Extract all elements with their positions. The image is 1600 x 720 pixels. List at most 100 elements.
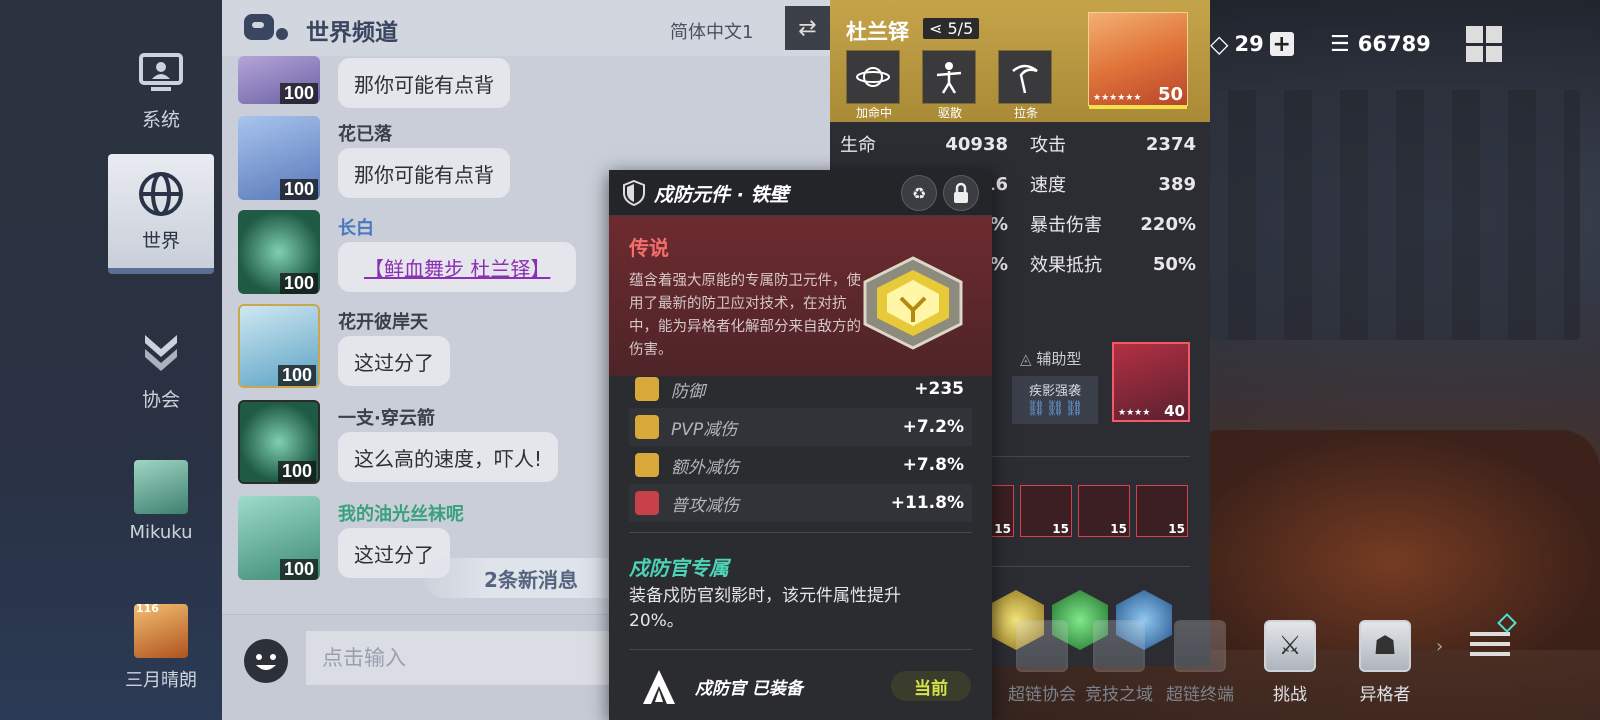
- nav-item-world[interactable]: 世界: [108, 154, 214, 274]
- new-messages-button[interactable]: 2条新消息: [424, 558, 638, 598]
- skill-chip[interactable]: 疾影强袭 ⛓⛓⛓: [1012, 376, 1098, 424]
- skill-slot[interactable]: 拉条: [998, 50, 1054, 120]
- support-class-icon: ◬: [1020, 350, 1032, 368]
- challenge-tile-icon: ⚔: [1264, 620, 1316, 672]
- avatar-badge: 116: [136, 602, 159, 615]
- skill-slot[interactable]: 加命中: [846, 50, 902, 120]
- contact-name: Mikuku: [129, 522, 193, 543]
- avatar[interactable]: 100: [238, 116, 320, 200]
- skill-label: 拉条: [1013, 106, 1038, 120]
- exclusive-title: 戍防官专属: [629, 556, 729, 580]
- background-sofa: [1180, 430, 1600, 650]
- basic-attack-reduction-attr-icon: [635, 491, 659, 515]
- popup-header: 戍防元件 · 铁壁 ♻: [609, 170, 992, 216]
- bottom-nav-challenge[interactable]: ⚔ 挑战: [1250, 620, 1330, 720]
- avatar[interactable]: 100: [238, 400, 320, 484]
- avatar[interactable]: 100: [238, 210, 320, 294]
- message-bubble[interactable]: 这么高的速度，吓人!: [338, 432, 559, 482]
- attribute-value: +235: [914, 379, 964, 399]
- attribute-row: 额外减伤 +7.8%: [629, 446, 972, 484]
- gear-slot[interactable]: 15: [1020, 485, 1072, 537]
- portrait-exp-bar: [1089, 105, 1187, 109]
- grid-menu-icon[interactable]: [1466, 26, 1502, 62]
- item-link[interactable]: 【鲜血舞步 杜兰铎】: [364, 253, 550, 282]
- skill-label: 加命中: [855, 106, 892, 120]
- gear-slot[interactable]: 15: [1136, 485, 1188, 537]
- item-art-icon: [857, 252, 969, 352]
- partner-card[interactable]: ★★★★ 40: [1112, 342, 1190, 422]
- shield-icon: [623, 179, 645, 210]
- gear-slot[interactable]: 15: [1078, 485, 1130, 537]
- bottom-nav-heroes[interactable]: ☗ 异格者: [1345, 620, 1425, 720]
- attribute-row: 普攻减伤 +11.8%: [629, 484, 972, 522]
- contact-march[interactable]: 116 三月晴朗: [108, 602, 214, 714]
- stat-crit-damage: 暴击伤害 220%: [1030, 213, 1196, 237]
- attribute-value: +7.8%: [902, 455, 964, 475]
- nav-item-label: 系统: [141, 108, 180, 131]
- skill-label: 驱散: [937, 106, 962, 120]
- add-gems-button[interactable]: +: [1269, 32, 1294, 57]
- avatar-level: 100: [279, 559, 318, 580]
- stat-hp: 生命 40938: [840, 133, 1008, 157]
- list-menu-icon[interactable]: [1470, 613, 1517, 664]
- chain-icons: ⛓⛓⛓: [1026, 399, 1084, 417]
- avatar: [134, 460, 188, 514]
- message-bubble[interactable]: 这过分了: [338, 336, 450, 386]
- contact-mikuku[interactable]: Mikuku: [108, 460, 214, 570]
- terminal-tile-icon: [1174, 620, 1226, 672]
- background-screen: [1200, 90, 1580, 340]
- divider: [990, 456, 1190, 457]
- bottom-nav-terminal[interactable]: 超链终端: [1155, 620, 1245, 720]
- item-rarity: 传说: [629, 236, 669, 260]
- item-description-box: 传说 蕴含着强大原能的专属防卫元件，使用了最新的防卫应对技术，在对抗中，能为异格…: [609, 216, 992, 376]
- switch-channel-button[interactable]: ⇄: [785, 6, 830, 50]
- partner-stars: ★★★★: [1118, 408, 1151, 418]
- monitor-icon: [137, 49, 185, 97]
- emoji-button[interactable]: [244, 639, 288, 683]
- lock-icon: [954, 182, 968, 203]
- avatar[interactable]: 100: [238, 496, 320, 580]
- attribute-row: 防御 +235: [629, 370, 972, 408]
- avatar-level: 100: [277, 365, 316, 386]
- character-portrait[interactable]: ★★★★★★ 50: [1088, 12, 1188, 109]
- nav-item-system[interactable]: 系统: [108, 30, 214, 150]
- message-bubble[interactable]: 那你可能有点背: [338, 148, 510, 198]
- current-badge[interactable]: 当前: [891, 671, 971, 701]
- lock-button[interactable]: [943, 175, 979, 211]
- language-selector[interactable]: 简体中文1: [670, 18, 753, 44]
- popup-footer: 戍防官 已装备 当前: [629, 649, 972, 719]
- defense-attr-icon: [635, 377, 659, 401]
- stat-speed: 速度 389: [1030, 173, 1196, 197]
- chat-title: 世界频道: [306, 20, 398, 46]
- popup-title: 戍防元件 · 铁壁: [654, 184, 789, 206]
- figure-skill-icon: [922, 50, 976, 104]
- avatar-level: 100: [279, 179, 318, 200]
- smiley-icon: [256, 654, 276, 670]
- avatar-level: 100: [279, 273, 318, 294]
- attribute-value: +11.8%: [890, 493, 964, 513]
- coin-count: 66789: [1357, 32, 1431, 56]
- class-type-text: 辅助型: [1036, 350, 1082, 368]
- item-link-bubble[interactable]: 【鲜血舞步 杜兰铎】: [338, 242, 577, 292]
- coins-icon: ☰: [1330, 31, 1350, 57]
- message-bubble[interactable]: 那你可能有点背: [338, 58, 510, 108]
- avatar-level: 100: [279, 83, 318, 104]
- globe-icon: [137, 170, 185, 218]
- guild-tile-icon: [1016, 620, 1068, 672]
- nav-item-label: 世界: [141, 229, 180, 252]
- expand-arrow-icon[interactable]: ›: [1436, 636, 1443, 657]
- attribute-name: 防御: [671, 381, 705, 402]
- channel-logo-icon: [244, 12, 290, 44]
- avatar[interactable]: 100: [238, 304, 320, 388]
- extra-reduction-attr-icon: [635, 453, 659, 477]
- attribute-name: 普攻减伤: [671, 495, 739, 516]
- avatar[interactable]: 100: [238, 56, 320, 104]
- dismantle-button[interactable]: ♻: [901, 175, 937, 211]
- attribute-value: +7.2%: [902, 417, 964, 437]
- avatar: 116: [134, 602, 188, 658]
- skill-slot[interactable]: 驱散: [922, 50, 978, 120]
- arena-tile-icon: [1093, 620, 1145, 672]
- sender-name: 长白: [338, 218, 374, 239]
- bottom-nav-arena[interactable]: 竞技之域: [1074, 620, 1164, 720]
- nav-item-guild[interactable]: 协会: [108, 310, 214, 430]
